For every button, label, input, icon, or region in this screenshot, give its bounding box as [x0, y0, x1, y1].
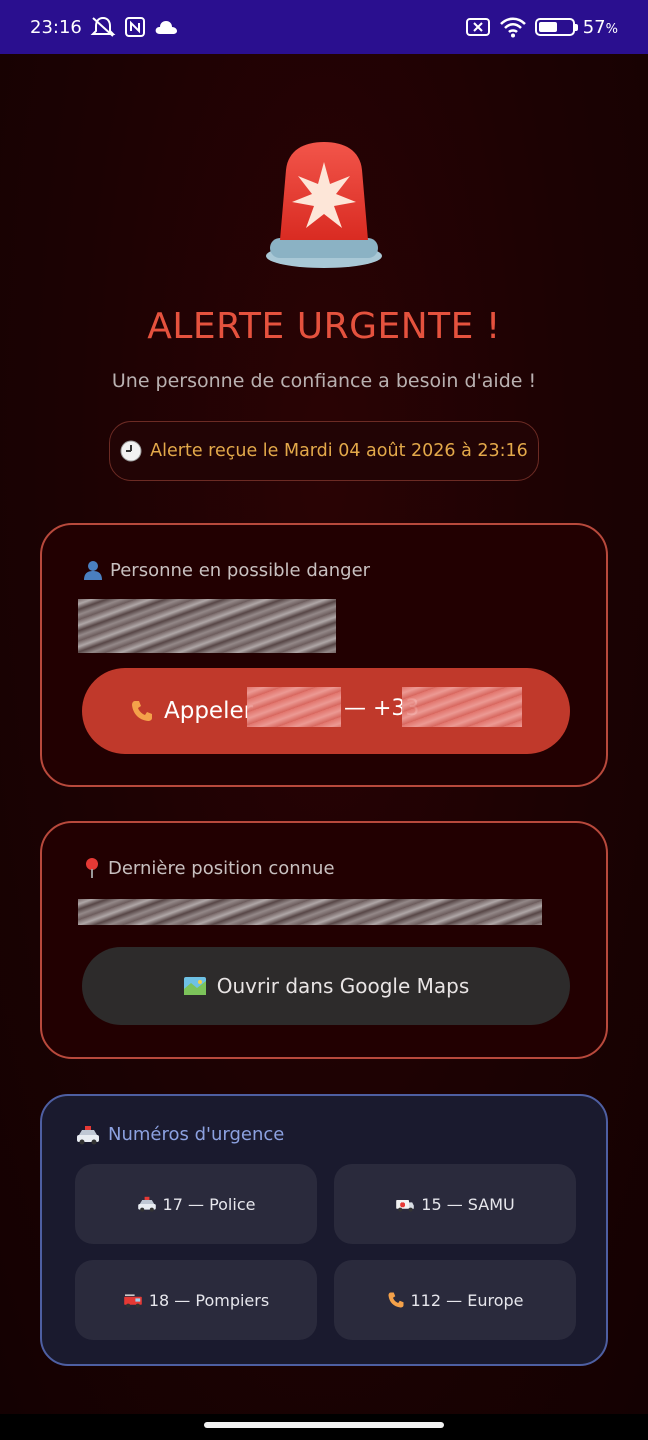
person-icon: [84, 561, 102, 580]
battery-icon: [534, 18, 578, 36]
bell-off-icon: [90, 16, 116, 38]
open-google-maps-button[interactable]: Ouvrir dans Google Maps: [82, 947, 570, 1025]
call-person-button[interactable]: Appeler — +33: [82, 668, 570, 754]
wifi-icon: [499, 16, 527, 38]
emergency-label: Numéros d'urgence: [76, 1124, 284, 1145]
battery-percent: 57%: [582, 16, 618, 38]
page-title: ALERTE URGENTE !: [147, 306, 501, 347]
alert-screen: ALERTE URGENTE ! Une personne de confian…: [0, 54, 648, 1414]
police-car-icon: [77, 1125, 99, 1144]
person-card: Personne en possible danger Appeler — +3…: [40, 523, 608, 787]
call-name-redacted: [247, 687, 341, 727]
alert-time-text: Alerte reçue le Mardi 04 août 2026 à 23:…: [150, 441, 528, 461]
battery-fill: [538, 22, 557, 32]
navigation-bar: [0, 1414, 648, 1440]
call-label: Appeler: [164, 698, 254, 724]
home-indicator[interactable]: [204, 1422, 444, 1428]
location-card-label: Dernière position connue: [82, 857, 335, 879]
phone-icon: [388, 1292, 403, 1308]
person-card-label: Personne en possible danger: [82, 559, 370, 581]
call-pompiers-button[interactable]: 18 — Pompiers: [75, 1260, 317, 1340]
pin-icon: [86, 858, 98, 878]
emergency-numbers-card: Numéros d'urgence 17 — Police 15 — SAMU …: [40, 1094, 608, 1366]
call-police-button[interactable]: 17 — Police: [75, 1164, 317, 1244]
fire-truck-icon: [124, 1294, 142, 1308]
alert-time-badge: Alerte reçue le Mardi 04 août 2026 à 23:…: [109, 421, 539, 481]
map-icon: [183, 977, 206, 995]
police-car-icon: [137, 1196, 156, 1212]
address-redacted: [78, 899, 542, 925]
phone-icon: [132, 701, 152, 721]
cloud-icon: [154, 19, 178, 35]
location-card: Dernière position connue Ouvrir dans Goo…: [40, 821, 608, 1059]
call-number-redacted: [402, 687, 522, 727]
status-time: 23:16: [30, 16, 82, 38]
status-bar: 23:16 57%: [0, 0, 648, 54]
clock-icon: [120, 440, 142, 462]
call-europe-button[interactable]: 112 — Europe: [334, 1260, 576, 1340]
person-name-redacted: [78, 599, 336, 653]
siren-icon: [266, 142, 382, 268]
call-samu-button[interactable]: 15 — SAMU: [334, 1164, 576, 1244]
sim-off-icon: [465, 17, 491, 37]
nfc-icon: [124, 16, 146, 38]
page-subtitle: Une personne de confiance a besoin d'aid…: [111, 370, 537, 392]
ambulance-icon: [396, 1200, 415, 1212]
